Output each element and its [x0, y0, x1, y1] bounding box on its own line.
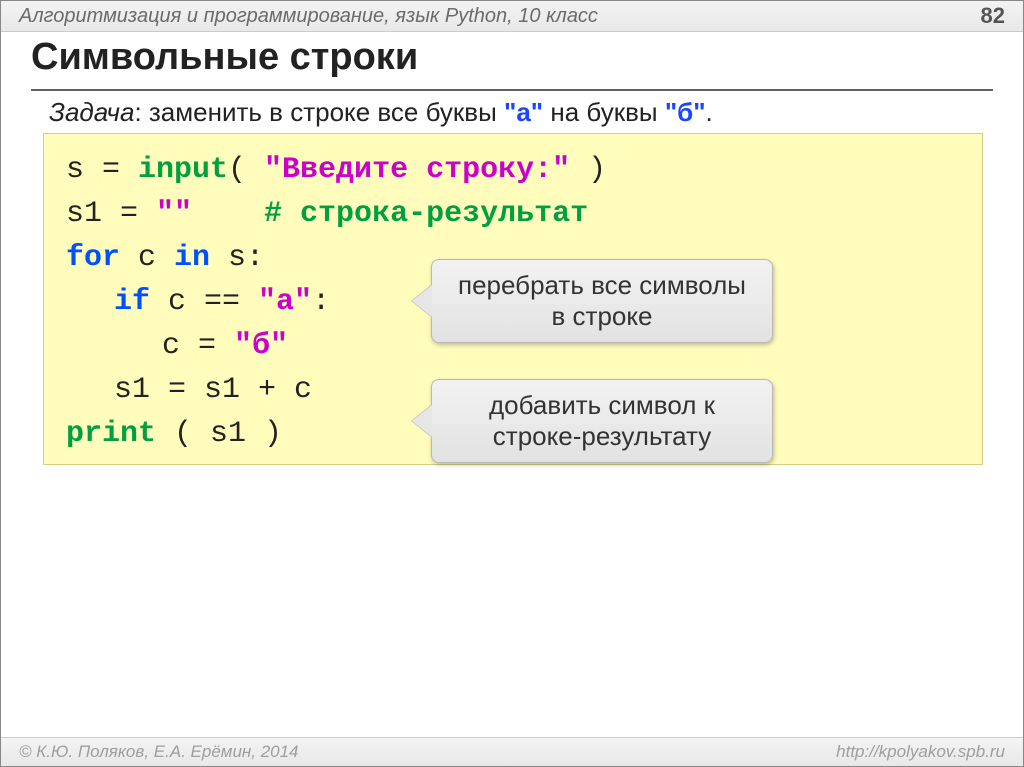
code-kw-in: in — [174, 241, 210, 275]
callout-arrow-icon — [412, 405, 432, 437]
task-quote-b: "б" — [665, 97, 706, 127]
code-text: c == — [150, 285, 258, 319]
copyright: © К.Ю. Поляков, Е.А. Ерёмин, 2014 — [19, 742, 299, 762]
code-text: s: — [210, 241, 264, 275]
code-string: "б" — [234, 329, 288, 363]
code-kw-if: if — [114, 285, 150, 319]
code-string: "" — [156, 197, 192, 231]
code-string: "а" — [258, 285, 312, 319]
code-text: s1 = s1 + c — [114, 373, 312, 407]
code-comment: # строка-результат — [264, 197, 588, 231]
callout-text: добавить символ к строке-результату — [489, 390, 715, 451]
code-text: s = — [66, 153, 138, 187]
code-text: ( — [228, 153, 264, 187]
page-title: Символьные строки — [31, 36, 993, 79]
callout-arrow-icon — [412, 285, 432, 317]
code-text: s1 = — [66, 197, 156, 231]
code-text: c = — [162, 329, 234, 363]
code-line-2: s1 = "" # строка-результат — [66, 192, 962, 236]
code-kw-for: for — [66, 241, 120, 275]
code-text: : — [312, 285, 330, 319]
footer-url: http://kpolyakov.spb.ru — [836, 742, 1005, 762]
code-text: ( s1 ) — [156, 417, 282, 451]
title-wrap: Символьные строки — [1, 31, 1023, 81]
code-fn-input: input — [138, 153, 228, 187]
callout-text: перебрать все символы в строке — [458, 270, 746, 331]
task-colon: : — [134, 97, 148, 127]
code-line-1: s = input( "Введите строку:" ) — [66, 148, 962, 192]
task-label: Задача — [49, 97, 134, 127]
code-fn-print: print — [66, 417, 156, 451]
task-text1: заменить в строке все буквы — [149, 97, 504, 127]
code-text: c — [120, 241, 174, 275]
page-number: 82 — [981, 3, 1005, 29]
callout-iterate: перебрать все символы в строке — [431, 259, 773, 343]
code-string: "Введите строку:" — [264, 153, 570, 187]
course-label: Алгоритмизация и программирование, язык … — [19, 5, 598, 28]
code-text — [192, 197, 264, 231]
task-text2: на буквы — [543, 97, 665, 127]
header-bar: Алгоритмизация и программирование, язык … — [1, 1, 1023, 32]
task-quote-a: "а" — [504, 97, 543, 127]
slide: Алгоритмизация и программирование, язык … — [0, 0, 1024, 767]
footer-bar: © К.Ю. Поляков, Е.А. Ерёмин, 2014 http:/… — [1, 737, 1023, 766]
task-dot: . — [706, 97, 713, 127]
code-text: ) — [570, 153, 606, 187]
title-separator — [31, 89, 993, 91]
callout-append: добавить символ к строке-результату — [431, 379, 773, 463]
task-line: Задача: заменить в строке все буквы "а" … — [49, 97, 713, 128]
